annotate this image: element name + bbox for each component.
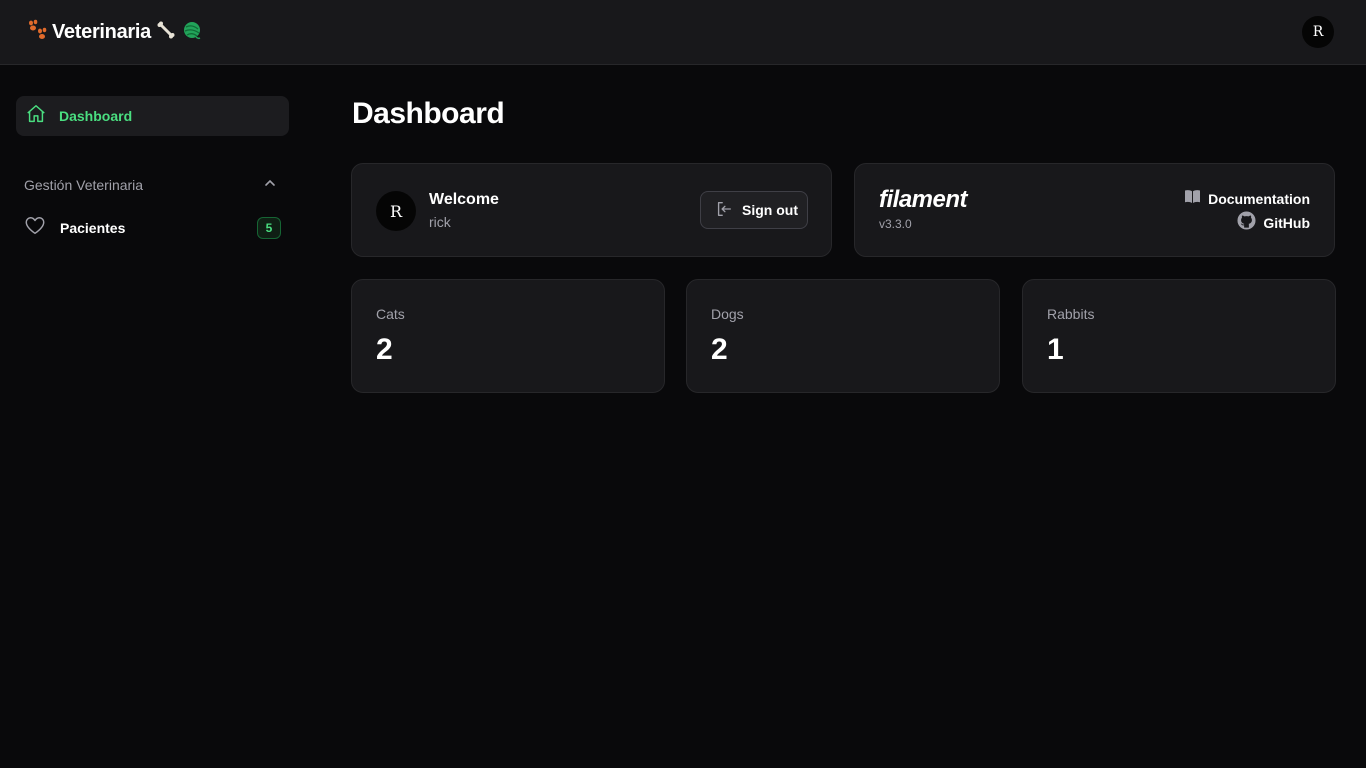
documentation-label: Documentation <box>1208 191 1310 207</box>
yarn-ball-icon <box>182 20 202 45</box>
filament-info-card: filament v3.3.0 Documentation GitHub <box>854 163 1335 257</box>
user-avatar[interactable]: R <box>1302 16 1334 48</box>
heart-icon <box>24 215 46 242</box>
avatar: R <box>376 191 416 231</box>
welcome-username: rick <box>429 214 451 230</box>
logout-icon <box>715 200 733 221</box>
filament-logo[interactable]: filament <box>879 186 968 214</box>
count-badge: 5 <box>257 217 281 239</box>
stat-card-cats: Cats 2 <box>351 279 665 393</box>
welcome-title: Welcome <box>429 191 499 208</box>
book-icon <box>1184 189 1201 209</box>
page-title: Dashboard <box>352 97 505 130</box>
github-icon <box>1237 211 1256 235</box>
sidebar-item-label: Dashboard <box>59 108 133 124</box>
home-icon <box>25 103 47 130</box>
stat-label: Rabbits <box>1047 306 1095 322</box>
top-bar: Veterinaria R <box>0 0 1366 65</box>
sidebar-item-pacientes[interactable]: Pacientes 5 <box>24 216 281 240</box>
filament-version: v3.3.0 <box>879 217 912 231</box>
chevron-up-icon[interactable] <box>263 176 277 195</box>
sidebar-item-dashboard[interactable]: Dashboard <box>16 96 289 136</box>
stat-label: Cats <box>376 306 405 322</box>
brand-title: Veterinaria <box>52 20 151 43</box>
stat-value: 2 <box>376 333 393 366</box>
brand[interactable]: Veterinaria <box>26 19 202 46</box>
sign-out-button[interactable]: Sign out <box>700 191 808 229</box>
stat-card-dogs: Dogs 2 <box>686 279 1000 393</box>
sidebar-group-label: Gestión Veterinaria <box>24 177 144 193</box>
bone-icon <box>156 20 176 45</box>
sidebar-group-header[interactable]: Gestión Veterinaria <box>24 175 281 195</box>
stat-value: 2 <box>711 333 728 366</box>
paw-prints-icon <box>26 19 48 46</box>
stat-label: Dogs <box>711 306 744 322</box>
welcome-card: R Welcome rick Sign out <box>351 163 832 257</box>
sidebar-item-label: Pacientes <box>60 220 126 236</box>
documentation-link[interactable]: Documentation <box>1184 190 1310 208</box>
stat-card-rabbits: Rabbits 1 <box>1022 279 1336 393</box>
github-label: GitHub <box>1263 215 1310 231</box>
sign-out-label: Sign out <box>742 202 798 218</box>
github-link[interactable]: GitHub <box>1237 211 1310 235</box>
stat-value: 1 <box>1047 333 1064 366</box>
